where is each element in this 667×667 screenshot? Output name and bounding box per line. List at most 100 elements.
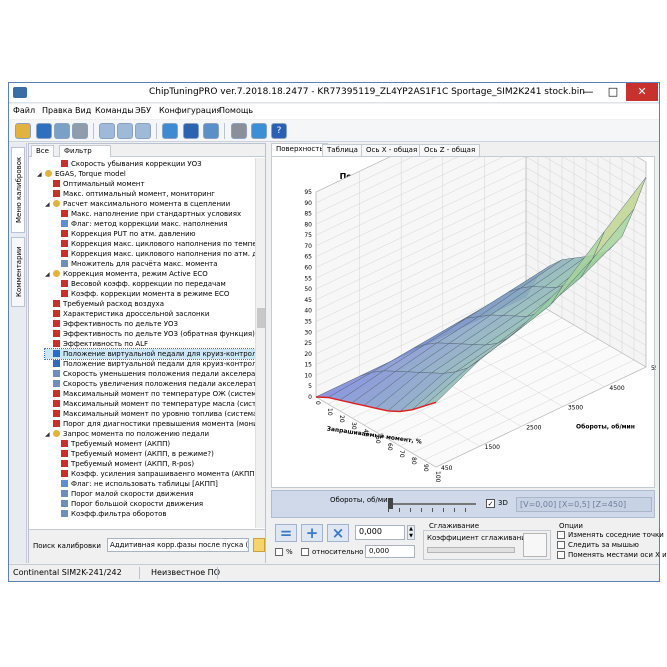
- set-value-button[interactable]: =: [275, 524, 297, 542]
- tree-item[interactable]: Множитель для расчёта макс. момента: [53, 259, 255, 269]
- map-icon: [53, 350, 60, 357]
- zoom-icon[interactable]: [203, 123, 219, 139]
- search-input[interactable]: Аддитивная корр.фазы после пуска (хол.д: [107, 538, 249, 552]
- tree-item[interactable]: Максимальный момент по температуре масла…: [45, 399, 255, 409]
- tree-item[interactable]: Положение виртуальной педали для круиз-к…: [45, 359, 255, 369]
- menu-item-2[interactable]: Вид: [75, 106, 91, 115]
- tree-item[interactable]: Максимальный момент по температуре ОЖ (с…: [45, 389, 255, 399]
- tree-item[interactable]: Требуемый момент (АКПП, в режиме?): [53, 449, 255, 459]
- spinner-icon[interactable]: ▲ ▼: [407, 525, 415, 540]
- checkbox-3d[interactable]: ✓: [486, 499, 495, 508]
- add-value-button[interactable]: +: [301, 524, 323, 542]
- save-icon[interactable]: [36, 123, 52, 139]
- curve-icon: [53, 410, 60, 417]
- tab-comments[interactable]: Комментарии: [11, 237, 25, 307]
- expander-icon[interactable]: ◢: [37, 170, 43, 180]
- menu-item-5[interactable]: Конфигурация: [159, 106, 221, 115]
- percent-checkbox[interactable]: [275, 548, 283, 556]
- help-icon[interactable]: ?: [271, 123, 287, 139]
- print-icon[interactable]: [72, 123, 88, 139]
- tree-item[interactable]: Максимальный момент по уровню топлива (с…: [45, 409, 255, 419]
- tab-calibration-menu[interactable]: Меню калибровок: [11, 147, 25, 233]
- expander-icon[interactable]: ◢: [45, 430, 51, 440]
- tools-icon[interactable]: [231, 123, 247, 139]
- tree-scrollbar[interactable]: [255, 158, 265, 528]
- relative-input[interactable]: 0,000: [365, 545, 415, 558]
- expander-icon[interactable]: ◢: [45, 270, 51, 280]
- tree-item[interactable]: Оптимальный момент: [45, 179, 255, 189]
- tree-item[interactable]: Порог большой скорости движения: [53, 499, 255, 509]
- tab-table[interactable]: Таблица: [322, 144, 363, 156]
- tab-all[interactable]: Все: [31, 145, 54, 157]
- search-icon[interactable]: [253, 538, 265, 552]
- open-folder-icon[interactable]: [15, 123, 31, 139]
- navigate-icon[interactable]: [183, 123, 199, 139]
- tree-item[interactable]: ◢ EGAS, Torque model: [37, 169, 255, 179]
- tree-item[interactable]: Коэфф. усиления запрашиваенго момента (А…: [53, 469, 255, 479]
- copy-icon[interactable]: [99, 123, 115, 139]
- tree-item[interactable]: ◢ Запрос момента по положению педали: [45, 429, 255, 439]
- tree-item[interactable]: Требуемый момент (АКПП): [53, 439, 255, 449]
- tree-item[interactable]: Флаг: метод коррекции макс. наполнения: [53, 219, 255, 229]
- tree-item[interactable]: ◢ Коррекция момента, режим Active ECO: [45, 269, 255, 279]
- value-input[interactable]: 0,000: [355, 525, 405, 540]
- tab-axis-x[interactable]: Ось X - общая: [361, 144, 423, 156]
- tree-item-label: Коррекция PUT по атм. давлению: [71, 230, 196, 238]
- menu-item-4[interactable]: ЭБУ: [135, 106, 151, 115]
- tree-item-label: Макс. оптимальный момент, мониторинг: [63, 190, 215, 198]
- tree-item-label: Требуемый момент (АКПП): [71, 440, 171, 448]
- curve-icon: [61, 240, 68, 247]
- minimize-icon[interactable]: —: [576, 83, 600, 101]
- option-neighbors-checkbox[interactable]: [557, 531, 565, 539]
- menu-item-6[interactable]: Помощь: [219, 106, 253, 115]
- smoothing-slider[interactable]: [427, 547, 515, 553]
- tree-item[interactable]: Порог для диагностики превышения момента…: [45, 419, 255, 429]
- tree-item[interactable]: Требуемый расход воздуха: [45, 299, 255, 309]
- ecu-icon[interactable]: [162, 123, 178, 139]
- smooth-apply-icon[interactable]: [523, 533, 547, 557]
- tree-item[interactable]: Эффективность по дельте УОЗ: [45, 319, 255, 329]
- tree-item[interactable]: Эффективность по дельте УОЗ (обратная фу…: [45, 329, 255, 339]
- relative-checkbox[interactable]: [301, 548, 309, 556]
- menu-item-3[interactable]: Команды: [95, 106, 134, 115]
- surface-chart[interactable]: Положение виртуальной педали для круиз-к…: [271, 91, 666, 489]
- tab-surface[interactable]: Поверхность: [271, 143, 329, 156]
- tree-item[interactable]: Положение виртуальной педали для круиз-к…: [44, 348, 255, 360]
- tree-item[interactable]: Коррекция макс. циклового наполнения по …: [53, 239, 255, 249]
- tree-item[interactable]: Коррекция PUT по атм. давлению: [53, 229, 255, 239]
- tree-item[interactable]: Скорость увеличения положения педали акс…: [45, 379, 255, 389]
- tab-filter[interactable]: Фильтр: [59, 145, 111, 157]
- tree-item[interactable]: Весовой коэфф. коррекции по передачам: [53, 279, 255, 289]
- globe-icon[interactable]: [251, 123, 267, 139]
- menu-item-1[interactable]: Правка: [42, 106, 72, 115]
- tree-item-label: Положение виртуальной педали для круиз-к…: [63, 350, 255, 358]
- tab-axis-z[interactable]: Ось Z - общая: [419, 144, 481, 156]
- tree-item[interactable]: ◢ Расчет максимального момента в сцеплени…: [45, 199, 255, 209]
- option-swap-axes-checkbox[interactable]: [557, 551, 565, 559]
- option-follow-mouse-checkbox[interactable]: [557, 541, 565, 549]
- tree-item[interactable]: Флаг: не использовать таблицы [АКПП]: [53, 479, 255, 489]
- maximize-icon[interactable]: □: [601, 83, 625, 101]
- undo-icon[interactable]: [135, 123, 151, 139]
- expander-icon[interactable]: ◢: [45, 200, 51, 210]
- close-icon[interactable]: ✕: [626, 83, 658, 101]
- rpm-slider-track[interactable]: [388, 503, 476, 505]
- tree-item[interactable]: Порог малой скорости движения: [53, 489, 255, 499]
- tree-item[interactable]: Коэфф. коррекции момента в режиме ECO: [53, 289, 255, 299]
- paste-icon[interactable]: [117, 123, 133, 139]
- save-as-icon[interactable]: [54, 123, 70, 139]
- tree-item[interactable]: Требуемый момент (АКПП, R-pos): [53, 459, 255, 469]
- y-tick-label: 35: [304, 318, 312, 325]
- tree-item[interactable]: Скорость уменьшения положения педали акс…: [45, 369, 255, 379]
- multiply-value-button[interactable]: ×: [327, 524, 349, 542]
- menu-item-0[interactable]: Файл: [13, 106, 35, 115]
- tree-item[interactable]: Коэфф.фильтра оборотов: [53, 509, 255, 519]
- status-bar: Continental SIM2K-241/242 Неизвестное ПО: [9, 564, 659, 581]
- tree-item[interactable]: Характеристика дроссельной заслонки: [45, 309, 255, 319]
- tree-item[interactable]: Эффективность по ALF: [45, 339, 255, 349]
- tree-item[interactable]: Коррекция макс. циклового наполнения по …: [53, 249, 255, 259]
- tree-item[interactable]: Макс. оптимальный момент, мониторинг: [45, 189, 255, 199]
- tree-item[interactable]: Скорость убывания коррекции УОЗ: [53, 159, 255, 169]
- tree-item[interactable]: Макс. наполнение при стандартных условия…: [53, 209, 255, 219]
- surface-svg[interactable]: Положение виртуальной педали для круиз-к…: [272, 91, 666, 489]
